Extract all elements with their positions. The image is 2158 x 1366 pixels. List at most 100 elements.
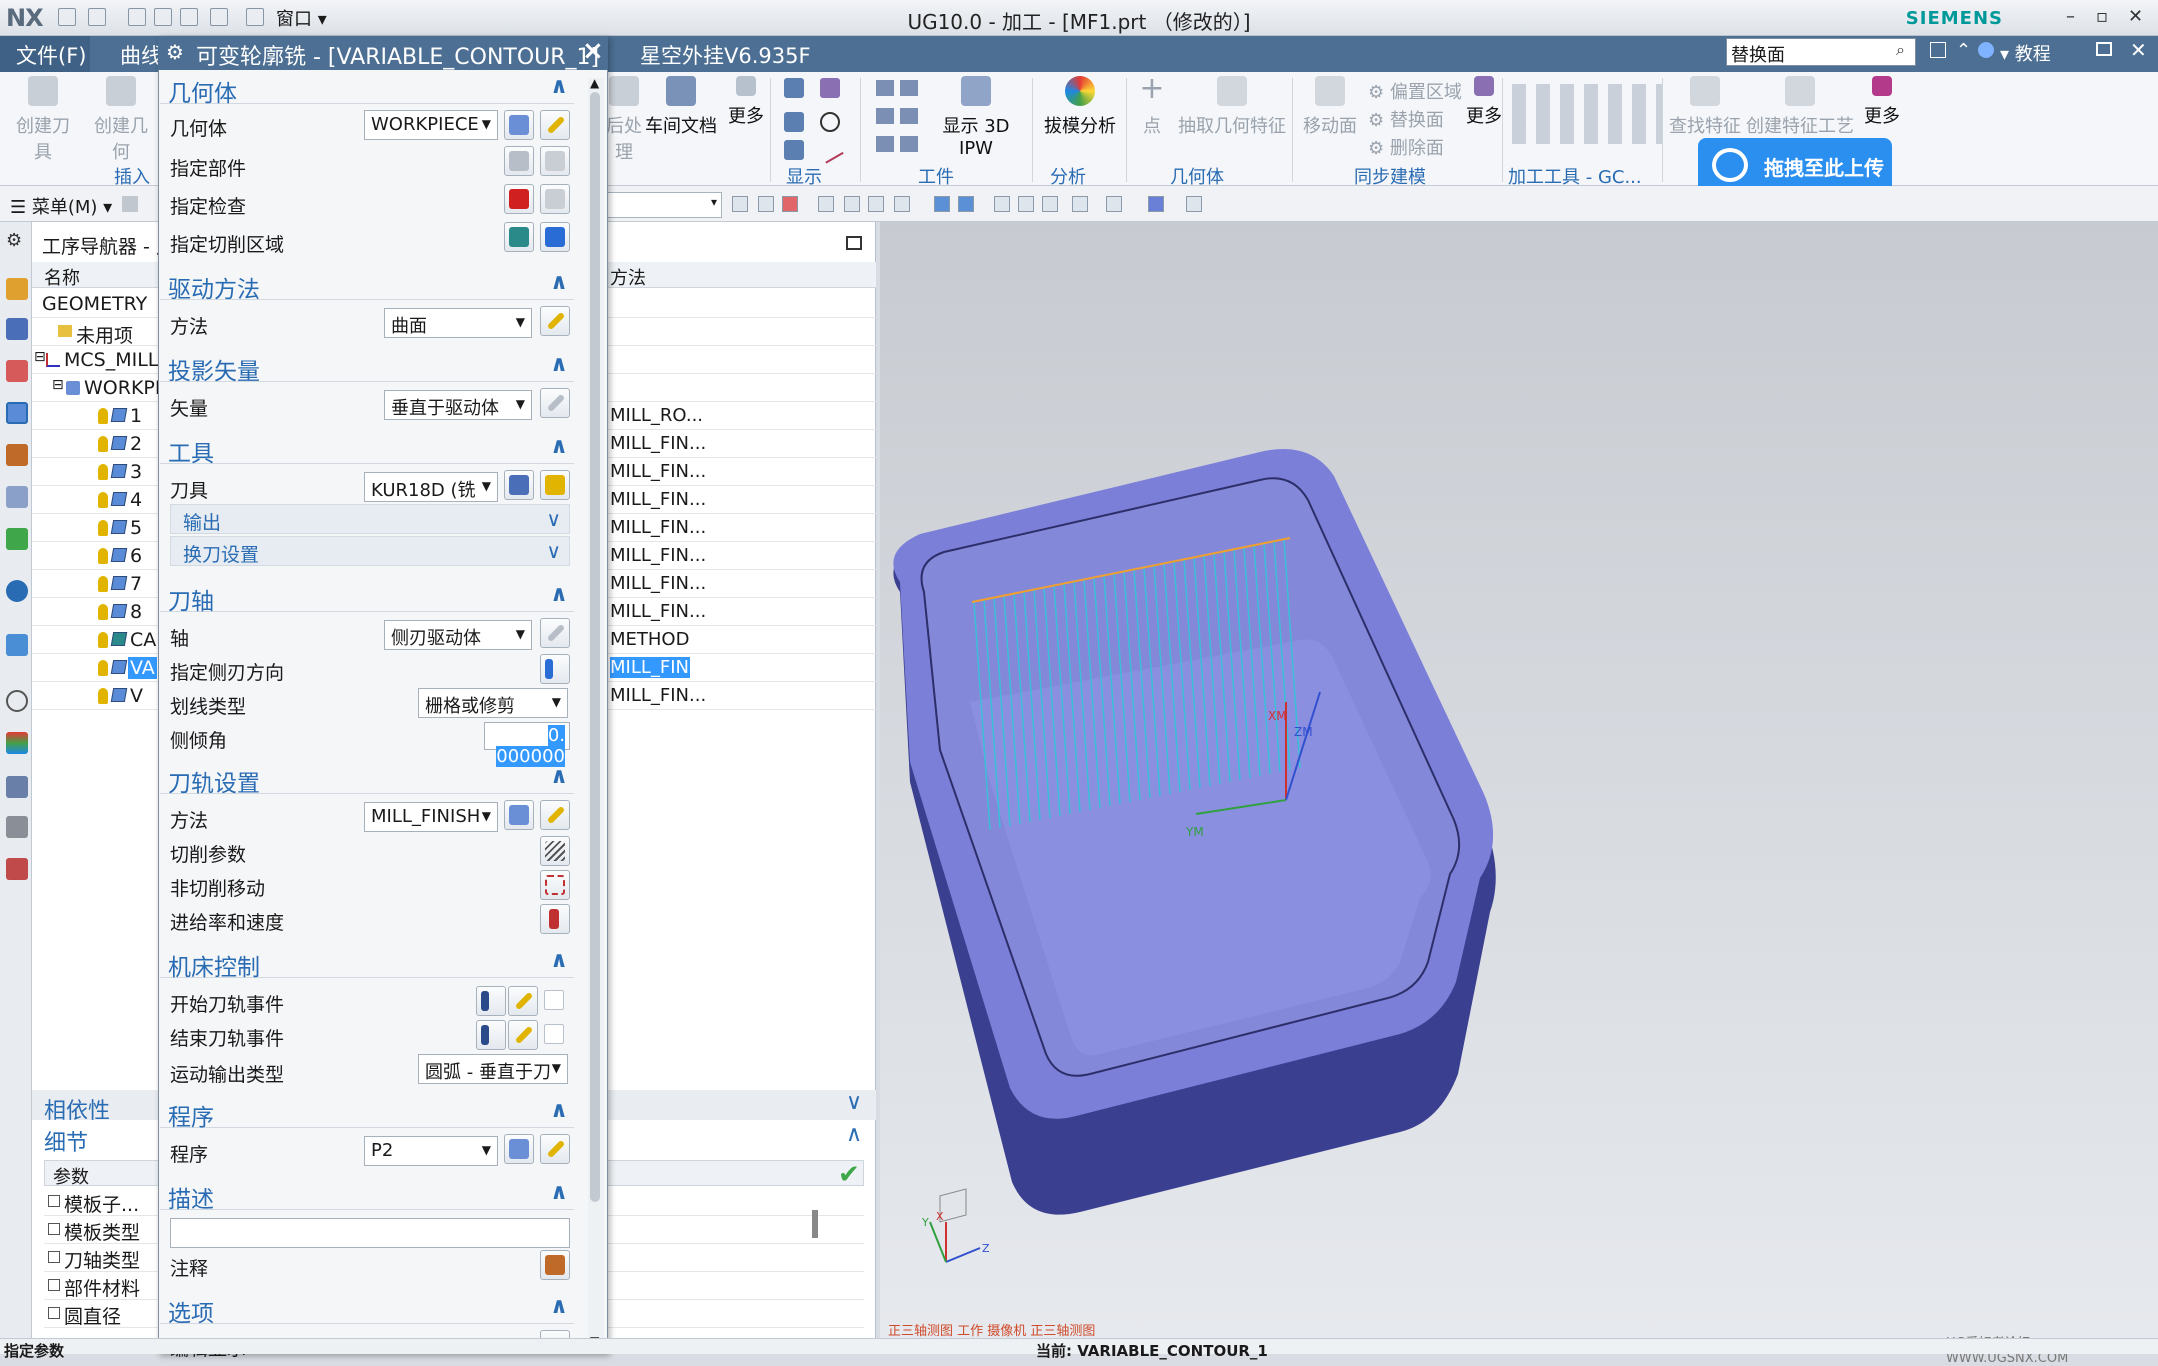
details-scrollbar[interactable] — [812, 1210, 818, 1238]
description-input[interactable] — [170, 1218, 570, 1248]
delete-face-button[interactable]: ⚙ 删除面 — [1368, 134, 1444, 160]
edit-start-event-button[interactable] — [508, 986, 538, 1016]
end-event-checkbox[interactable] — [544, 1024, 564, 1044]
show-check-button[interactable] — [540, 184, 570, 214]
select-icon-1[interactable] — [732, 196, 748, 212]
close-window-button[interactable]: ✕ — [2128, 6, 2143, 27]
restore-button[interactable]: ▫ — [2096, 6, 2108, 27]
chevron-up-icon[interactable]: ∧ — [846, 1122, 862, 1147]
machine-navigator-icon[interactable] — [6, 444, 28, 466]
feeds-speeds-button[interactable] — [540, 904, 570, 934]
system-materials-icon[interactable] — [6, 732, 28, 754]
dialog-title[interactable]: 可变轮廓铣 - [VARIABLE_CONTOUR_1] — [158, 36, 608, 70]
select-icon-5[interactable] — [844, 196, 860, 212]
chevron-down-icon[interactable]: ∨ — [846, 1090, 862, 1115]
notes-button[interactable] — [540, 1250, 570, 1280]
workpiece-icon-5[interactable] — [876, 136, 894, 152]
new-tool-button[interactable] — [504, 470, 534, 500]
edit-vector-button[interactable] — [540, 388, 570, 418]
manufacturing-wizard-icon[interactable] — [6, 816, 28, 838]
edit-method-button[interactable] — [540, 800, 570, 830]
role-icon[interactable] — [6, 858, 28, 880]
more-button-1[interactable]: 更多 — [726, 76, 766, 128]
machining-tools-icons[interactable] — [1512, 84, 1662, 144]
dialog-scroll-thumb[interactable] — [590, 92, 600, 1202]
toolpath-settings-section-header[interactable]: 刀轨设置 ∧ — [160, 762, 574, 797]
select-icon-6[interactable] — [868, 196, 884, 212]
workpiece-icon-3[interactable] — [876, 108, 894, 124]
specify-part-button[interactable] — [504, 146, 534, 176]
display-icon-5[interactable] — [784, 140, 804, 160]
tool-axis-section-header[interactable]: 刀轴 ∧ — [160, 580, 574, 615]
reuse-library-icon[interactable] — [6, 486, 28, 508]
show-3d-ipw-button[interactable]: 显示 3D IPW — [924, 76, 1028, 159]
program-section-header[interactable]: 程序 ∧ — [160, 1096, 574, 1131]
settings-icon[interactable]: ⚙ — [6, 230, 28, 252]
tab-curve[interactable]: 曲线 — [120, 40, 162, 70]
operation-navigator-icon[interactable] — [6, 402, 28, 424]
select-icon-4[interactable] — [818, 196, 834, 212]
web-browser-icon[interactable] — [6, 580, 28, 602]
edit-geometry-button[interactable] — [540, 110, 570, 140]
projection-vector-section-header[interactable]: 投影矢量 ∧ — [160, 350, 574, 385]
search-icon[interactable]: ⌕ — [1896, 40, 1905, 60]
output-subsection[interactable]: 输出 ∨ — [170, 504, 570, 534]
edit-tool-button[interactable] — [540, 470, 570, 500]
extract-geometry-button[interactable]: 抽取几何特征 — [1176, 76, 1288, 138]
drive-method-dropdown[interactable]: 曲面 ▼ — [384, 308, 532, 338]
more-button-3[interactable]: 更多 — [1862, 76, 1902, 128]
edit-end-event-button[interactable] — [508, 1020, 538, 1050]
more-button-2[interactable]: 更多 — [1464, 76, 1504, 128]
shop-doc-button[interactable]: 车间文档 — [644, 76, 718, 138]
view-icon-1[interactable] — [994, 196, 1010, 212]
view-icon-3[interactable] — [1042, 196, 1058, 212]
close-icon[interactable]: × — [582, 36, 604, 66]
tool-change-subsection[interactable]: 换刀设置 ∨ — [170, 536, 570, 566]
history-icon[interactable] — [6, 634, 28, 656]
column-name[interactable]: 名称 — [44, 264, 80, 290]
view-icon-2[interactable] — [1018, 196, 1034, 212]
side-direction-button[interactable] — [540, 654, 570, 684]
restore-icon[interactable] — [2096, 42, 2112, 56]
machine-control-section-header[interactable]: 机床控制 ∧ — [160, 946, 574, 981]
program-dropdown[interactable]: P2 ▼ — [364, 1136, 498, 1166]
start-event-checkbox[interactable] — [544, 990, 564, 1010]
display-icon-3[interactable] — [784, 112, 804, 132]
workpiece-icon-2[interactable] — [900, 80, 918, 96]
geometry-section-header[interactable]: 几何体 ∧ — [160, 72, 574, 107]
vector-dropdown[interactable]: 垂直于驱动体 ▼ — [384, 390, 532, 420]
edit-drive-button[interactable] — [540, 306, 570, 336]
view-icon-4[interactable] — [1072, 196, 1088, 212]
tilt-angle-input[interactable]: 0. 000000 — [484, 722, 570, 767]
workpiece-icon-6[interactable] — [900, 136, 918, 152]
start-event-button[interactable] — [476, 986, 506, 1016]
file-tab[interactable]: 文件(F) — [0, 36, 90, 72]
display-icon-1[interactable] — [784, 78, 804, 98]
point-button[interactable]: + 点 — [1132, 74, 1172, 138]
constraint-navigator-icon[interactable] — [6, 360, 28, 382]
help-icon[interactable] — [1978, 42, 1994, 58]
window-layout-icon[interactable] — [1930, 42, 1946, 58]
select-icon-3[interactable] — [782, 196, 798, 212]
create-feature-process-button[interactable]: 创建特征工艺 — [1744, 76, 1856, 138]
dependency-title[interactable]: 相依性 — [44, 1093, 110, 1125]
gear-icon[interactable]: ⚙ — [166, 40, 184, 64]
new-method-button[interactable] — [504, 800, 534, 830]
motion-output-dropdown[interactable]: 圆弧 - 垂直于刀 ▼ — [418, 1054, 568, 1084]
create-geometry-button[interactable]: 创建几何 — [86, 76, 156, 164]
assembly-navigator-icon[interactable] — [6, 318, 28, 340]
view-icon-6[interactable] — [1148, 196, 1164, 212]
draft-analysis-button[interactable]: 拔模分析 — [1042, 76, 1118, 138]
checkmark-icon[interactable]: ✔ — [838, 1160, 860, 1190]
show-part-button[interactable] — [540, 146, 570, 176]
geometry-dropdown[interactable]: WORKPIECE ▼ — [364, 110, 498, 140]
replace-face-button[interactable]: ⚙ 替换面 — [1368, 106, 1444, 132]
tool-dropdown[interactable]: KUR18D (铣 ▼ — [364, 472, 498, 502]
view-icon-7[interactable] — [1186, 196, 1202, 212]
menu-button[interactable]: ☰ 菜单(M) ▾ — [10, 193, 112, 219]
collapse-ribbon-icon[interactable]: ⌃ — [1956, 40, 1971, 61]
post-process-button[interactable]: 后处理 — [604, 76, 644, 164]
non-cut-moves-button[interactable] — [540, 870, 570, 900]
display-icon-4[interactable] — [820, 112, 840, 132]
select-icon-7[interactable] — [894, 196, 910, 212]
